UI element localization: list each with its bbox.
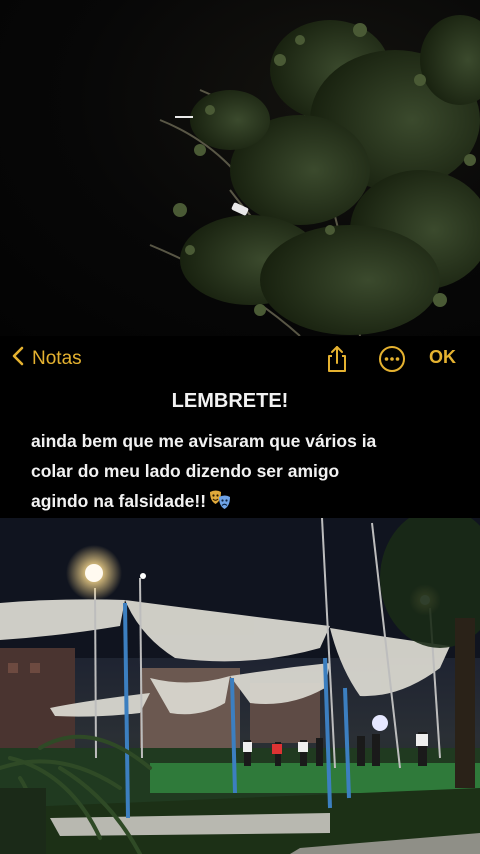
chevron-left-icon <box>12 346 24 372</box>
back-button[interactable]: Notas <box>12 346 82 372</box>
park-field-image <box>0 518 480 854</box>
note-body[interactable]: ainda bem que me avisaram que vários ia … <box>31 426 451 520</box>
more-circle-icon[interactable] <box>377 344 407 374</box>
nav-bar: Notas OK <box>0 336 480 382</box>
note-line: colar do meu lado dizendo ser amigo <box>31 461 340 481</box>
note-title: LEMBRETE! <box>171 390 289 412</box>
tree-at-night-image <box>149 15 480 336</box>
notes-panel: Notas OK LEMBRETE! ainda bem que me avis… <box>0 336 480 518</box>
top-photo <box>0 0 480 336</box>
share-icon[interactable] <box>322 344 352 374</box>
note-line: ainda bem que me avisaram que vários ia <box>31 431 377 451</box>
note-line-last: agindo na falsidade!! <box>31 486 451 520</box>
ok-button[interactable]: OK <box>429 347 456 368</box>
back-label: Notas <box>32 348 82 369</box>
note-line-text: agindo na falsidade!! <box>31 491 207 511</box>
bottom-photo <box>0 518 480 854</box>
theater-masks-icon <box>208 489 232 520</box>
